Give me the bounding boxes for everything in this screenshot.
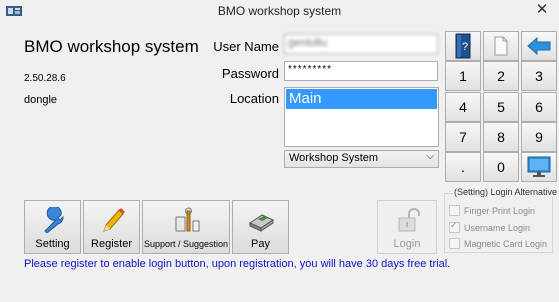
- setting-button[interactable]: Setting: [24, 200, 81, 254]
- svg-text:?: ?: [462, 41, 468, 53]
- key-dot[interactable]: .: [445, 152, 481, 182]
- fingerprint-login-label: Finger Print Login: [464, 206, 536, 216]
- app-title: BMO workshop system: [24, 37, 199, 56]
- pay-label: Pay: [251, 238, 270, 250]
- key-7[interactable]: 7: [445, 122, 481, 152]
- close-button[interactable]: ✕: [525, 0, 559, 22]
- username-login-option[interactable]: Username Login: [449, 220, 531, 233]
- clear-button[interactable]: [483, 31, 519, 61]
- close-icon: ✕: [535, 1, 549, 18]
- setting-label: Setting: [35, 238, 70, 250]
- blank-page-icon: [494, 36, 508, 56]
- username-checkbox[interactable]: [449, 220, 460, 233]
- pay-button[interactable]: Pay: [232, 200, 289, 254]
- wallet-icon: [248, 214, 275, 232]
- keyboard-button[interactable]: [521, 152, 557, 182]
- system-select-value: Workshop System: [289, 152, 379, 164]
- key-8[interactable]: 8: [483, 122, 519, 152]
- magnetic-card-login-option[interactable]: Magnetic Card Login: [449, 238, 547, 249]
- window-title: BMO workshop system: [217, 4, 342, 18]
- key-6[interactable]: 6: [521, 92, 557, 122]
- login-button[interactable]: Login: [377, 200, 437, 254]
- support-label: Support / Suggestion: [143, 239, 229, 249]
- magnetic-card-checkbox[interactable]: [449, 238, 460, 249]
- location-list[interactable]: Main: [284, 87, 439, 147]
- register-button[interactable]: Register: [83, 200, 140, 254]
- password-input[interactable]: *********: [284, 61, 438, 81]
- arrow-left-icon: [527, 36, 551, 56]
- username-login-label: Username Login: [464, 223, 531, 233]
- username-label: User Name: [213, 39, 279, 54]
- help-book-icon: ?: [455, 33, 471, 59]
- support-button[interactable]: Support / Suggestion: [142, 200, 230, 254]
- wrench-icon: [44, 207, 64, 233]
- license-label: dongle: [24, 94, 58, 106]
- system-select[interactable]: Workshop System ⌵: [284, 150, 439, 168]
- tools-icon: [175, 207, 200, 232]
- registration-message: Please register to enable login button, …: [24, 258, 451, 270]
- key-5[interactable]: 5: [483, 92, 519, 122]
- version-label: 2.50.28.6: [24, 73, 66, 84]
- monitor-icon: [527, 156, 551, 177]
- key-0[interactable]: 0: [483, 152, 519, 182]
- location-item-main[interactable]: Main: [286, 89, 437, 109]
- key-3[interactable]: 3: [521, 61, 557, 91]
- chevron-down-icon: ⌵: [426, 151, 434, 162]
- backspace-button[interactable]: [521, 31, 557, 61]
- pencil-icon: [103, 208, 125, 232]
- help-book-button[interactable]: ?: [445, 31, 481, 61]
- fingerprint-checkbox[interactable]: [449, 205, 460, 216]
- key-9[interactable]: 9: [521, 122, 557, 152]
- password-label: Password: [221, 66, 279, 81]
- location-label: Location: [229, 91, 279, 106]
- key-1[interactable]: 1: [445, 61, 481, 91]
- key-2[interactable]: 2: [483, 61, 519, 91]
- title-bar: BMO workshop system ✕: [0, 0, 559, 24]
- register-label: Register: [91, 238, 132, 250]
- login-label: Login: [393, 238, 421, 250]
- fingerprint-login-option[interactable]: Finger Print Login: [449, 205, 535, 216]
- unlock-icon: [398, 208, 420, 232]
- username-input[interactable]: gentoltu: [284, 34, 438, 54]
- magnetic-card-login-label: Magnetic Card Login: [464, 239, 548, 249]
- key-4[interactable]: 4: [445, 92, 481, 122]
- alt-login-title: (Setting) Login Alternative: [453, 187, 559, 197]
